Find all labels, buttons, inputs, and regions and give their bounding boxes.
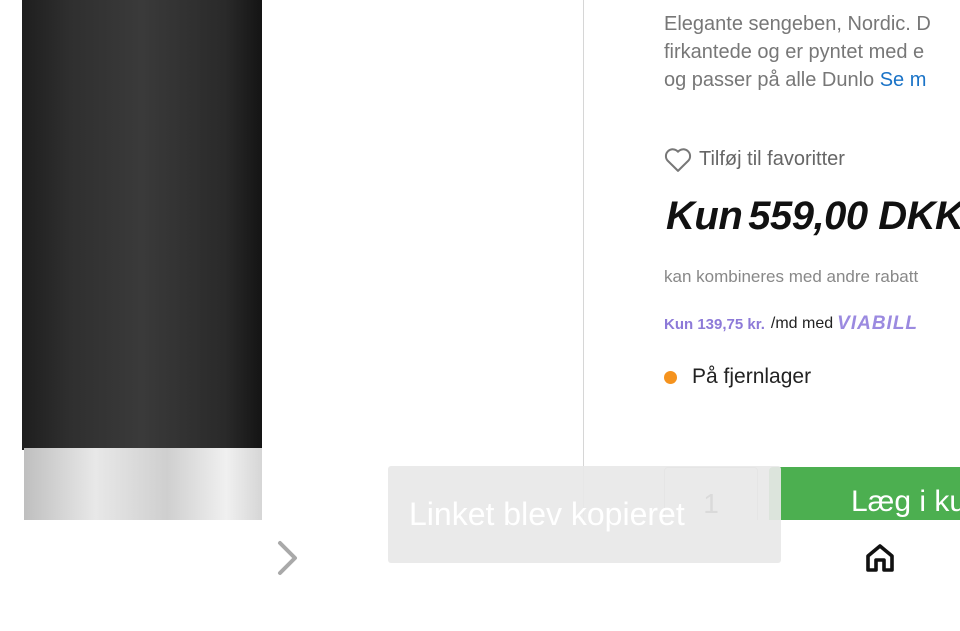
viabill-per-month: /md med — [770, 315, 834, 332]
link-copied-toast: Linket blev kopieret — [388, 466, 781, 563]
product-image[interactable] — [0, 0, 583, 520]
description-line: firkantede og er pyntet med e — [664, 41, 925, 63]
heart-icon — [664, 148, 692, 172]
description-text: og passer på alle Dunlo — [664, 69, 875, 91]
home-icon[interactable] — [864, 542, 896, 574]
viabill-logo: VIABILL — [837, 313, 919, 334]
stock-indicator-dot — [664, 370, 677, 384]
product-price: Kun 559,00 DKK — [666, 194, 960, 239]
divider — [583, 0, 584, 520]
viabill-installment[interactable]: Kun 139,75 kr. /md med VIABILL — [664, 313, 918, 335]
price-prefix: Kun — [666, 194, 743, 238]
stock-label: På fjernlager — [692, 365, 812, 388]
price-value: 559,00 DKK — [748, 194, 960, 238]
chevron-right-icon[interactable] — [276, 540, 300, 576]
stock-status: På fjernlager — [664, 365, 811, 389]
bed-leg-wood-edge — [225, 0, 262, 450]
viabill-amount: Kun 139,75 kr. — [664, 315, 765, 333]
description-line: Elegante sengeben, Nordic. D — [664, 13, 931, 35]
description-line: og passer på alle Dunlo Se m — [664, 66, 960, 94]
bed-leg-steel-foot — [24, 448, 262, 520]
discount-combine-note: kan kombineres med andre rabatt — [664, 267, 919, 286]
add-to-favorites-button[interactable]: Tilføj til favoritter — [663, 145, 845, 173]
product-description: Elegante sengeben, Nordic. D firkantede … — [664, 10, 960, 94]
see-more-link[interactable]: Se m — [880, 69, 927, 91]
favorites-label: Tilføj til favoritter — [699, 147, 845, 170]
